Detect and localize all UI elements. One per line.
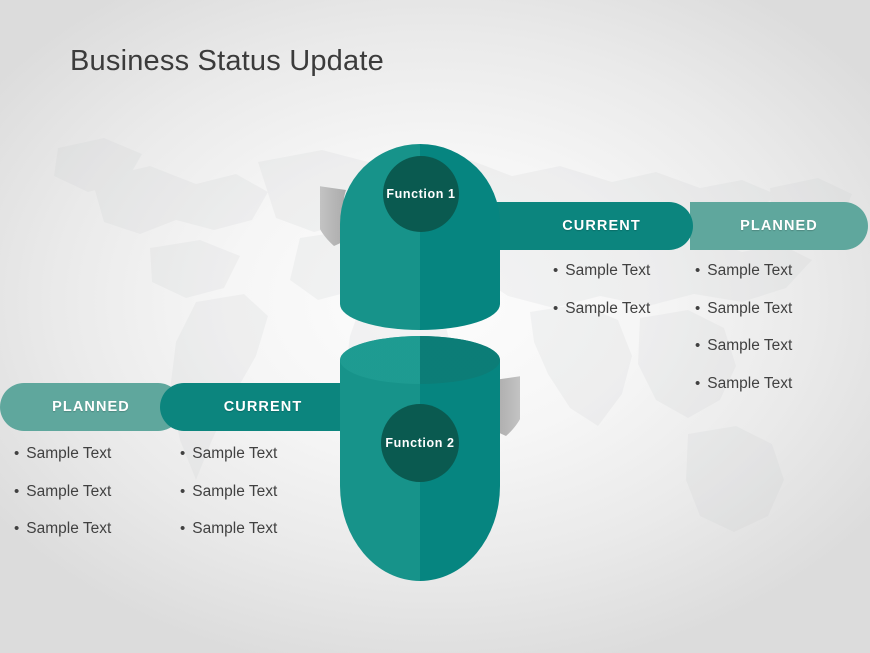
list-item: Sample Text (14, 446, 111, 462)
list-item: Sample Text (695, 263, 792, 279)
list-item: Sample Text (553, 300, 650, 317)
list-item: Sample Text (695, 375, 792, 392)
slide-canvas: Business Status Update PLANNED CURRENT F… (0, 0, 870, 653)
bullet-list-bottom-current: Sample Text Sample Text Sample Text (180, 446, 277, 559)
header-label-bottom-current: CURRENT (223, 399, 303, 415)
bullet-list-bottom-planned: Sample Text Sample Text Sample Text (14, 446, 111, 559)
list-item: Sample Text (695, 338, 792, 354)
function-1-badge[interactable]: Function 1 (383, 156, 459, 232)
function-2-badge[interactable]: Function 2 (381, 404, 459, 482)
list-item: Sample Text (180, 521, 277, 537)
list-item: Sample Text (180, 446, 277, 462)
bullet-list-top-planned: Sample Text Sample Text Sample Text Samp… (695, 263, 792, 413)
list-item: Sample Text (14, 483, 111, 500)
bullet-list-top-current: Sample Text Sample Text (553, 263, 650, 338)
list-item: Sample Text (695, 300, 792, 317)
function-1-label: Function 1 (386, 187, 456, 201)
header-label-top-current: CURRENT (562, 218, 641, 234)
list-item: Sample Text (553, 263, 650, 279)
list-item: Sample Text (180, 483, 277, 500)
header-bar-top-current[interactable]: CURRENT (468, 202, 693, 250)
header-bar-bottom-planned[interactable]: PLANNED (0, 383, 182, 431)
function-2-label: Function 2 (385, 436, 455, 450)
header-label-top-planned: PLANNED (740, 218, 818, 234)
list-item: Sample Text (14, 521, 111, 537)
header-bar-bottom-current[interactable]: CURRENT (160, 383, 400, 431)
page-title: Business Status Update (70, 45, 384, 77)
header-bar-top-planned[interactable]: PLANNED (690, 202, 868, 250)
header-label-bottom-planned: PLANNED (52, 399, 130, 415)
